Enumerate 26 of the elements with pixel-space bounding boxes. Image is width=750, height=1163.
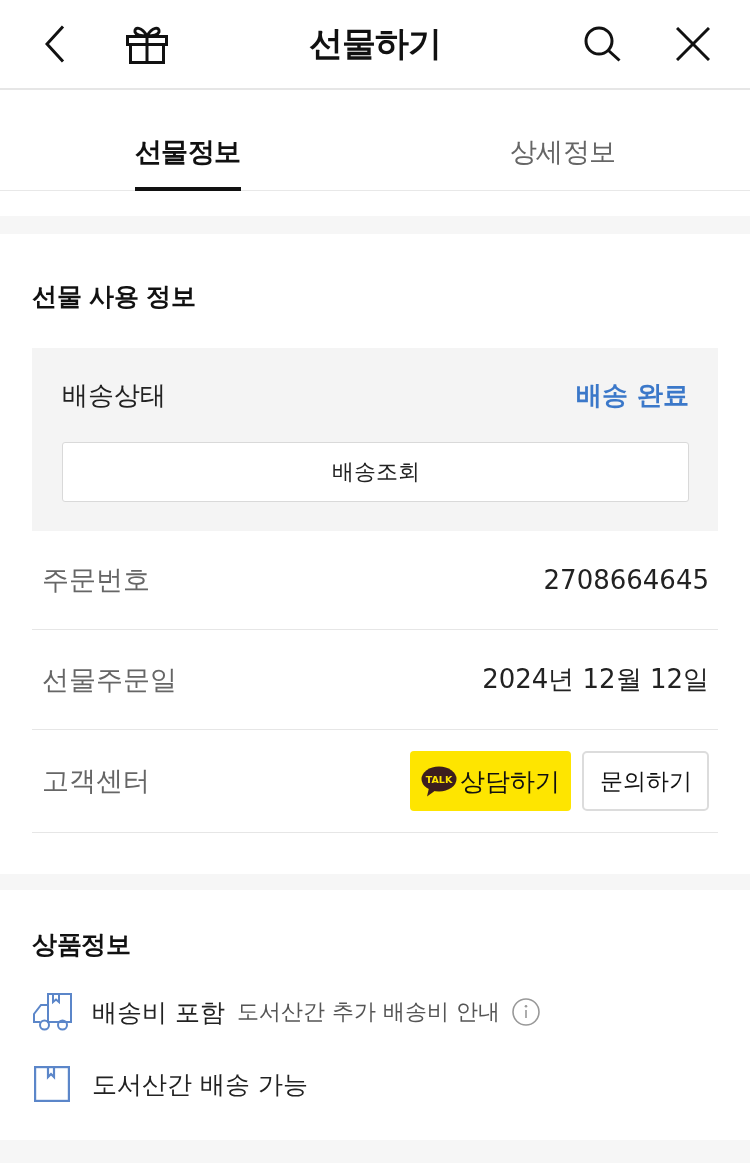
tab[interactable]: 선물정보 — [134, 117, 241, 191]
product-info-note: 도서산간 추가 배송비 안내 — [236, 998, 500, 1026]
close-icon[interactable] — [676, 27, 710, 61]
row-value: 2024년 12월 12일 — [482, 663, 709, 696]
info-icon[interactable] — [511, 998, 540, 1026]
tracking-button[interactable]: 배송조회 — [62, 442, 689, 502]
back-icon[interactable] — [45, 25, 65, 63]
status-label: 배송상태 — [62, 379, 166, 412]
product-info-label: 도서산간 배송 가능 — [92, 1068, 308, 1101]
row-label: 고객센터 — [42, 764, 150, 798]
section-title: 선물 사용 정보 — [32, 281, 196, 313]
search-icon[interactable] — [584, 26, 621, 62]
gift-icon[interactable] — [126, 24, 168, 64]
truck-icon — [32, 993, 72, 1031]
section-title: 상품정보 — [32, 929, 130, 961]
page-title: 선물하기 — [309, 22, 441, 65]
box-icon — [34, 1066, 70, 1102]
product-info-label: 배송비 포함 — [92, 996, 225, 1029]
talk-logo: TALK — [421, 765, 457, 797]
inquiry-button[interactable]: 문의하기 — [582, 751, 709, 811]
status-value: 배송 완료 — [575, 379, 689, 412]
row-label: 주문번호 — [42, 563, 150, 597]
row-value: 2708664645 — [543, 565, 709, 595]
row-label: 선물주문일 — [42, 662, 177, 697]
tab[interactable]: 상세정보 — [509, 117, 616, 191]
chat-consult-button[interactable]: TALK 상담하기 — [410, 751, 571, 811]
